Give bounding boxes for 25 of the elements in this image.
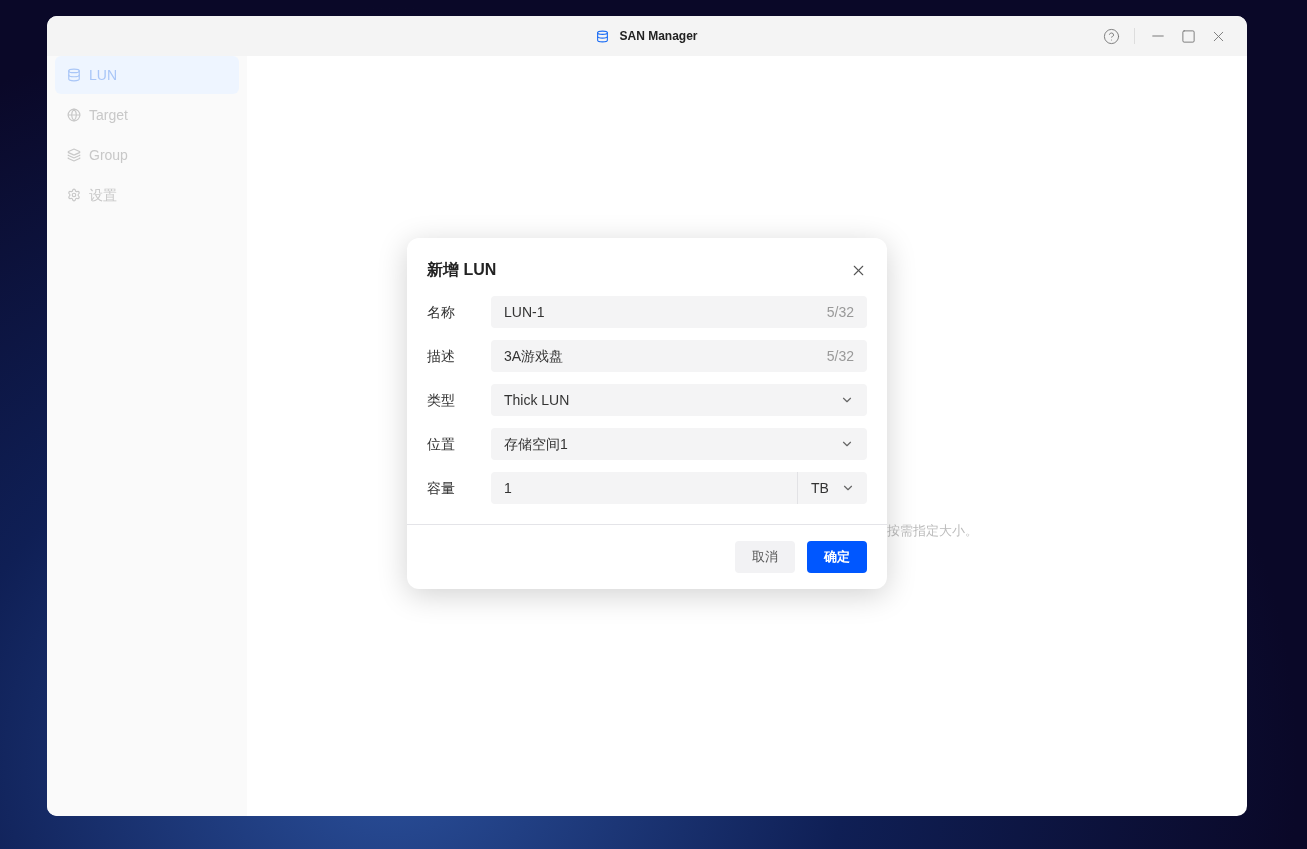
field-label: 名称 [427,302,456,322]
input-field[interactable]: 3A游戏盘 5/32 [491,340,867,372]
field-label: 类型 [427,390,456,410]
input-field[interactable]: 1 [491,472,797,504]
confirm-button[interactable]: 确定 [807,541,867,573]
settings-icon [67,188,81,202]
field-label: 容量 [427,478,456,498]
select-field[interactable]: Thick LUN [491,384,867,416]
char-counter: 5/32 [826,302,854,322]
select-field[interactable]: 存储空间1 [491,428,867,460]
char-counter: 5/32 [826,346,854,366]
app-icon [596,29,610,43]
globe-icon [67,108,81,122]
background-text: 按需指定大小。 [887,522,978,540]
maximize-icon[interactable] [1181,28,1196,44]
input-field[interactable]: LUN-1 5/32 [491,296,867,328]
cancel-button[interactable]: 取消 [735,541,795,573]
help-icon[interactable] [1103,27,1120,45]
field-label: 位置 [427,434,456,454]
field-label: 描述 [427,346,456,366]
dialog-title: 新增 LUN [427,260,497,280]
unit-select[interactable]: TB [797,472,867,504]
window-title: SAN Manager [619,28,698,45]
layers-icon [67,148,81,162]
database-icon [67,68,81,82]
